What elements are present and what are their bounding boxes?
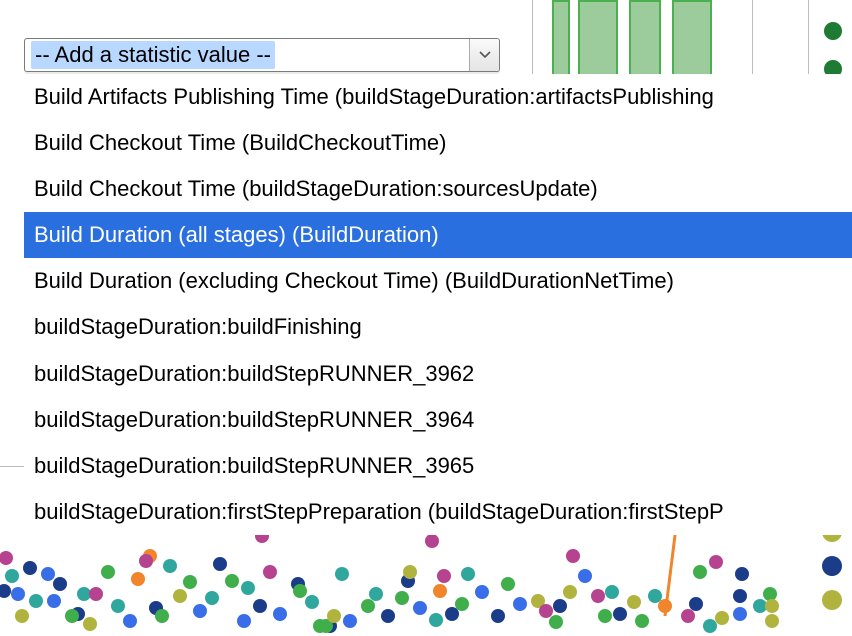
option-2[interactable]: Build Checkout Time (buildStageDuration:… [24,166,852,212]
option-6[interactable]: buildStageDuration:buildStepRUNNER_3962 [24,351,852,397]
option-8[interactable]: buildStageDuration:buildStepRUNNER_3965 [24,443,852,489]
option-9[interactable]: buildStageDuration:firstStepPreparation … [24,489,852,535]
combobox-display[interactable]: -- Add a statistic value -- [25,39,469,71]
option-4[interactable]: Build Duration (excluding Checkout Time)… [24,258,852,304]
legend-dot [822,556,842,576]
legend-dot [822,590,842,610]
option-1[interactable]: Build Checkout Time (BuildCheckoutTime) [24,120,852,166]
option-5[interactable]: buildStageDuration:buildFinishing [24,304,852,350]
chevron-down-icon [479,46,491,64]
option-3[interactable]: Build Duration (all stages) (BuildDurati… [24,212,852,258]
statistic-listbox: Build Artifacts Publishing Time (buildSt… [24,74,852,535]
combobox-placeholder: -- Add a statistic value -- [31,41,275,69]
option-7[interactable]: buildStageDuration:buildStepRUNNER_3964 [24,397,852,443]
statistic-select: -- Add a statistic value -- Build Artifa… [24,38,852,535]
combobox-toggle[interactable] [469,39,499,71]
statistic-combobox[interactable]: -- Add a statistic value -- [24,38,500,72]
option-0[interactable]: Build Artifacts Publishing Time (buildSt… [24,74,852,120]
